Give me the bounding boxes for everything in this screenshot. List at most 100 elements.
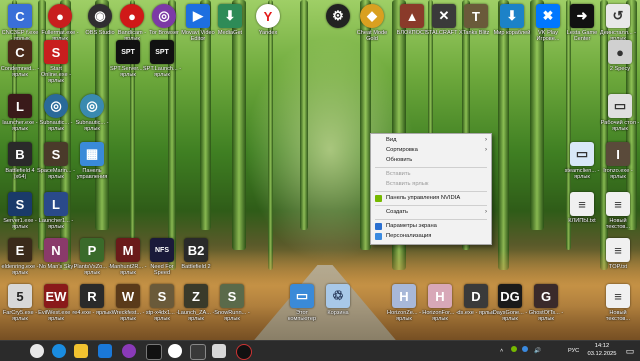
notepad-icon[interactable] bbox=[212, 344, 226, 358]
yandex-icon[interactable] bbox=[168, 344, 182, 358]
desktop-icon[interactable]: ▦ Панель управления bbox=[72, 142, 112, 180]
app-icon: ◎ bbox=[80, 94, 104, 118]
browser-icon[interactable] bbox=[52, 344, 66, 358]
desktop-icon[interactable]: ↺Деинсталл... - ярлык bbox=[598, 4, 638, 42]
desktop-icon[interactable]: ⬇ MediaGet bbox=[210, 4, 250, 36]
app-icon: SPT bbox=[150, 40, 174, 64]
desktop-icon[interactable]: ▭ Рабочий стол - ярлык bbox=[600, 94, 640, 132]
app-icon: I bbox=[606, 142, 630, 166]
notification-icon[interactable]: ▭ bbox=[624, 345, 636, 357]
desktop-icon-label: re4.exe - ярлык bbox=[72, 310, 112, 316]
app-icon: ➜ bbox=[570, 4, 594, 28]
desktop-icon[interactable]: Y Yandex bbox=[248, 4, 288, 36]
desktop-icon[interactable]: H HorizonFor... - ярлык bbox=[420, 284, 460, 322]
desktop-icon[interactable]: P PlantsVsZo... - ярлык bbox=[72, 238, 112, 276]
desktop-icon-label: Subnautic... - ярлык bbox=[39, 120, 73, 133]
desktop-icon[interactable]: S SnowRunn... - ярлык bbox=[212, 284, 252, 322]
desktop-icon-label: EvilWest.exe - ярлык bbox=[38, 310, 74, 323]
app-icon: ▭ bbox=[570, 142, 594, 166]
desktop-icon[interactable]: S SpaceMarin... - ярлык bbox=[36, 142, 76, 180]
desktop-icon[interactable]: ⬇ Мир кораблей bbox=[492, 4, 532, 36]
desktop-icon-label: Lesta Game Center bbox=[566, 30, 598, 43]
desktop-icon[interactable]: S Server1.exe - ярлык bbox=[0, 192, 40, 230]
app-icon: C bbox=[8, 40, 32, 64]
window-icon[interactable] bbox=[190, 344, 206, 360]
app-icon: S bbox=[150, 284, 174, 308]
volume-icon[interactable]: 🔊 bbox=[534, 348, 541, 354]
file-explorer-icon[interactable] bbox=[74, 344, 88, 358]
desktop-icon-label: Корзина bbox=[327, 310, 349, 316]
app-icon: ≡ bbox=[606, 284, 630, 308]
desktop-icon[interactable]: ◆ Cheat Mode Gold bbox=[352, 4, 392, 42]
app-icon: ♲ bbox=[326, 284, 350, 308]
record-icon[interactable] bbox=[236, 344, 252, 360]
search-icon[interactable] bbox=[30, 344, 44, 358]
desktop-icon[interactable]: EW EvilWest.exe - ярлык bbox=[36, 284, 76, 322]
desktop-icon-label: Новый текстов... bbox=[605, 218, 631, 231]
menu-item-view[interactable]: Вид › bbox=[371, 136, 491, 145]
desktop-icon-label: Battlefield 2 bbox=[181, 264, 211, 270]
desktop-icon[interactable]: L Launcher1... - ярлык bbox=[36, 192, 76, 230]
app-icon: Y bbox=[256, 4, 280, 28]
desktop-icon[interactable]: Z Launch_ZA... - ярлык bbox=[176, 284, 216, 322]
desktop-icon[interactable]: T Tanks Blitz bbox=[456, 4, 496, 36]
desktop-icon[interactable]: H HorizonZe... - ярлык bbox=[384, 284, 424, 322]
desktop-icon[interactable]: Llauncher.exe - ярлык bbox=[0, 94, 40, 132]
desktop-icon[interactable]: Rre4.exe - ярлык bbox=[72, 284, 112, 316]
desktop-icon[interactable]: ≡ TOP.txt bbox=[598, 238, 638, 270]
menu-item-sort[interactable]: Сортировка › bbox=[371, 146, 491, 155]
clock[interactable]: 14:12 03.12.2025 bbox=[586, 343, 618, 358]
app-icon: P bbox=[80, 238, 104, 262]
desktop-icon[interactable]: G GhostOfTs... - ярлык bbox=[526, 284, 566, 322]
menu-item-refresh[interactable]: Обновить bbox=[371, 156, 491, 165]
desktop-icon[interactable]: N No Man's Sky bbox=[36, 238, 76, 270]
media-icon[interactable] bbox=[146, 344, 162, 360]
desktop-icon[interactable]: ➜ Lesta Game Center bbox=[562, 4, 602, 42]
desktop-icon[interactable]: B2 Battlefield 2 bbox=[176, 238, 216, 270]
desktop-icon[interactable]: C Condemned... - ярлык bbox=[0, 40, 40, 78]
nvidia-tray-icon[interactable] bbox=[510, 346, 517, 352]
menu-separator bbox=[375, 167, 487, 168]
desktop-icon-label: steamclien... - ярлык bbox=[564, 168, 600, 181]
desktop-icon[interactable]: ◎ Subnautic... - ярлык bbox=[72, 94, 112, 132]
desktop-icon[interactable]: 5 FarCry5.exe - ярлык bbox=[0, 284, 40, 322]
menu-item-nvidia-panel[interactable]: Панель управления NVIDIA bbox=[371, 194, 491, 203]
menu-item-create[interactable]: Создать › bbox=[371, 208, 491, 217]
desktop-icon[interactable]: ▭ steamclien... - ярлык bbox=[562, 142, 602, 180]
desktop-icon[interactable]: ♲ Корзина bbox=[318, 284, 358, 316]
desktop-icon[interactable]: SPT SPT.Launch... - ярлык bbox=[142, 40, 182, 78]
desktop-icon[interactable]: ≡ Новый текстов... bbox=[598, 192, 638, 230]
language-indicator[interactable]: РУС bbox=[568, 341, 579, 361]
desktop-icon[interactable]: CCNCЗЕР f.exe - ярлык bbox=[0, 4, 40, 42]
app-icon: M bbox=[116, 238, 140, 262]
menu-item-personalize[interactable]: Персонализация bbox=[371, 232, 491, 241]
app-icon: T bbox=[464, 4, 488, 28]
tray-chevron-icon[interactable]: ˄ bbox=[500, 348, 503, 354]
store-icon[interactable] bbox=[98, 344, 112, 358]
menu-separator bbox=[375, 205, 487, 206]
desktop-icon-label: Start Online.exe - ярлык bbox=[40, 66, 72, 85]
app-icon: D bbox=[464, 284, 488, 308]
tray-icons[interactable]: ˄ 🔊 bbox=[500, 341, 541, 361]
desktop-icon[interactable]: B Battlefield 4 (x64) bbox=[0, 142, 40, 180]
desktop-icon[interactable]: ≡ КЛИПЫ.txt bbox=[562, 192, 602, 224]
desktop-icon[interactable]: ● 2 Specy bbox=[600, 40, 640, 72]
tor-icon[interactable] bbox=[122, 344, 136, 358]
network-icon[interactable] bbox=[522, 346, 529, 352]
desktop-icon[interactable]: ●Fullermat.exe - ярлык bbox=[40, 4, 80, 42]
desktop-icon[interactable]: DG DaysGone... - ярлык bbox=[490, 284, 530, 322]
desktop-icon[interactable]: Eeldenring.exe - ярлык bbox=[0, 238, 40, 276]
desktop-icon[interactable]: S Start Online.exe - ярлык bbox=[36, 40, 76, 85]
desktop-icon-label: Этот компьютер bbox=[287, 310, 317, 323]
desktop-icon-label: Tanks Blitz bbox=[462, 30, 490, 36]
desktop-icon[interactable]: ▭ Этот компьютер bbox=[282, 284, 322, 322]
app-icon: SPT bbox=[116, 40, 140, 64]
desktop-icon[interactable]: I Ironzo.exe - ярлык bbox=[598, 142, 638, 180]
app-icon: E bbox=[8, 238, 32, 262]
app-icon: C bbox=[8, 4, 32, 28]
desktop-icon[interactable]: ≡ Новый текстов... bbox=[598, 284, 638, 322]
menu-item-display-settings[interactable]: Параметры экрана bbox=[371, 222, 491, 231]
app-icon: NFS bbox=[150, 238, 174, 262]
desktop-icon[interactable]: ◎ Subnautic... - ярлык bbox=[36, 94, 76, 132]
menu-item-paste-shortcut: Вставить ярлык bbox=[386, 181, 429, 187]
